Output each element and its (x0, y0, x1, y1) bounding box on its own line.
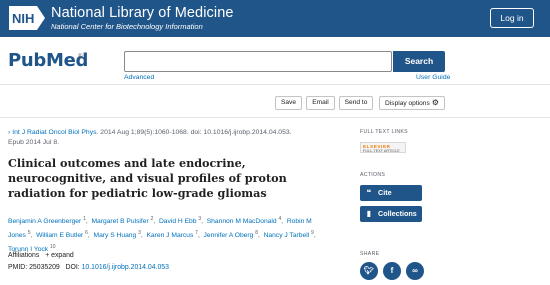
action-bar: Save Email Send to Display options ⚙ (0, 85, 550, 118)
pubmed-logo[interactable]: PubMed (8, 50, 88, 74)
author-affiliation-number[interactable]: 10 (50, 243, 56, 249)
display-options-button[interactable]: Display options ⚙ (379, 96, 445, 110)
elsevier-full-text-link[interactable]: ELSEVIER FULL-TEXT ARTICLE (360, 142, 406, 153)
authors-list: Benjamin A Greenberger 1, Margaret B Pul… (8, 214, 333, 255)
nih-logo[interactable]: NIH (9, 6, 45, 30)
search-input[interactable] (124, 51, 392, 72)
pmid-value: 25035209 (29, 264, 60, 271)
pubmed-logo-pub: Pub (8, 50, 46, 71)
link-icon[interactable]: ∞ (406, 262, 424, 280)
doi-link[interactable]: 10.1016/j.ijrobp.2014.04.053 (82, 264, 169, 271)
identifiers: PMID: 25035209 DOI: 10.1016/j.ijrobp.201… (8, 264, 169, 271)
citation-details: 2014 Aug 1;89(5):1060-1068. doi: 10.1016… (100, 129, 292, 136)
collections-button[interactable]: ▮ Collections (360, 206, 422, 222)
author-item: Karen J Marcus 7 (146, 230, 197, 239)
nlm-header: NIH National Library of Medicine Nationa… (0, 0, 550, 37)
full-text-links-heading: FULL TEXT LINKS (360, 129, 408, 135)
cite-button[interactable]: ❝ Cite (360, 185, 422, 201)
author-item: Nancy J Tarbell 9 (264, 230, 314, 239)
affiliations-row: Affiliations + expand (8, 252, 74, 259)
facebook-icon[interactable]: f (383, 262, 401, 280)
pmid-label: PMID: (8, 264, 28, 271)
login-button[interactable]: Log in (490, 8, 534, 28)
author-link[interactable]: William E Butler (36, 232, 83, 239)
registered-mark: ® (78, 54, 83, 60)
author-item: Mary S Huang 3 (94, 230, 141, 239)
nih-badge-text: NIH (12, 11, 34, 26)
author-link[interactable]: Shannon M MacDonald (207, 218, 277, 225)
display-options-label: Display options (385, 100, 430, 107)
save-button[interactable]: Save (275, 96, 302, 110)
bookmark-icon: ▮ (366, 209, 372, 218)
search-bar: PubMed ® Search Advanced User Guide (0, 37, 550, 85)
epub-date: Epub 2014 Jul 8. (8, 139, 60, 146)
author-item: Benjamin A Greenberger 1 (8, 216, 86, 225)
email-button[interactable]: Email (306, 96, 335, 110)
article-title: Clinical outcomes and late endocrine, ne… (8, 156, 287, 200)
author-item: Shannon M MacDonald 4 (207, 216, 282, 225)
actions-heading: ACTIONS (360, 172, 386, 178)
journal-link[interactable]: Int J Radiat Oncol Biol Phys. (12, 129, 98, 136)
quote-icon: ❝ (366, 188, 372, 197)
expand-affiliations-button[interactable]: + expand (45, 252, 74, 259)
elsevier-full-text-label: FULL-TEXT ARTICLE (363, 149, 400, 153)
chevron-right-icon[interactable]: › (8, 129, 10, 136)
author-link[interactable]: Nancy J Tarbell (264, 232, 310, 239)
send-to-button[interactable]: Send to (339, 96, 373, 110)
twitter-icon[interactable]: 🐦︎ (360, 262, 378, 280)
citation: › Int J Radiat Oncol Biol Phys. 2014 Aug … (8, 128, 338, 148)
gear-icon: ⚙ (431, 98, 439, 107)
affiliations-label: Affiliations (8, 252, 40, 259)
author-link[interactable]: Jennifer A Oberg (204, 232, 254, 239)
doi-label: DOI: (65, 264, 80, 271)
author-link[interactable]: David H Ebb (159, 218, 197, 225)
author-item: David H Ebb 3 (159, 216, 201, 225)
author-link[interactable]: Margaret B Pulsifer (91, 218, 148, 225)
share-heading: SHARE (360, 251, 380, 257)
advanced-search-link[interactable]: Advanced (124, 74, 154, 81)
author-separator: , (313, 231, 318, 239)
author-link[interactable]: Karen J Marcus (146, 232, 193, 239)
cite-label: Cite (378, 188, 392, 197)
collections-label: Collections (378, 209, 417, 218)
author-link[interactable]: Mary S Huang (94, 232, 137, 239)
user-guide-link[interactable]: User Guide (416, 74, 450, 81)
nlm-title[interactable]: National Library of Medicine (51, 5, 234, 21)
nlm-subtitle: National Center for Biotechnology Inform… (51, 22, 203, 31)
search-button[interactable]: Search (393, 51, 445, 72)
author-item: Margaret B Pulsifer 2 (91, 216, 153, 225)
author-link[interactable]: Benjamin A Greenberger (8, 218, 81, 225)
author-item: William E Butler 6 (36, 230, 88, 239)
author-item: Jennifer A Oberg 8 (204, 230, 258, 239)
